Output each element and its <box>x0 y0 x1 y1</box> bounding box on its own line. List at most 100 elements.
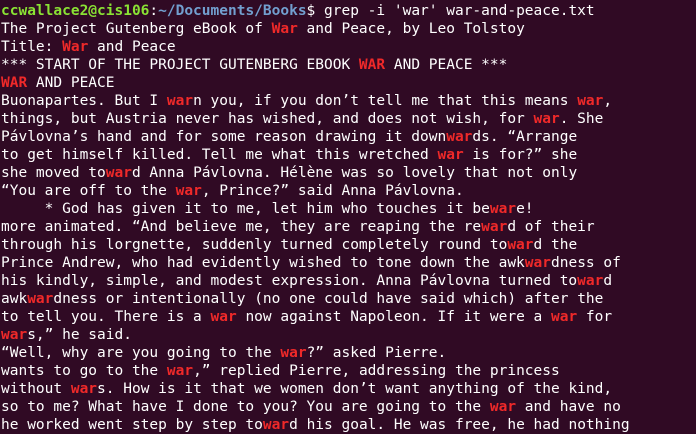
output-text: wants to go to the <box>1 363 167 379</box>
output-line: awkwardness or intentionally (no one cou… <box>1 290 696 308</box>
output-line: Buonapartes. But I warn you, if you don’… <box>1 92 696 110</box>
output-text: through his lorgnette, suddenly turned c… <box>1 237 508 253</box>
match-highlight: war <box>262 417 290 433</box>
output-text: dness of <box>551 255 621 271</box>
match-highlight: war <box>489 399 517 415</box>
output-line: he worked went step by step toward his g… <box>1 416 696 434</box>
match-highlight: war <box>577 93 604 109</box>
output-text: his kindly, simple, and modest expressio… <box>1 273 578 289</box>
prompt-user-host: ccwallace2@cis106 <box>1 3 150 19</box>
output-text: he worked went step by step to <box>1 417 263 433</box>
terminal-window[interactable]: ccwallace2@cis106:~/Documents/Books$ gre… <box>0 0 696 434</box>
output-line: without wars. How is it that we women do… <box>1 380 696 398</box>
output-text: s,” he said. <box>27 327 132 343</box>
output-text: d Anna Pávlovna. Hélène was so lovely th… <box>131 165 578 181</box>
match-highlight: war <box>524 255 551 271</box>
output-line: WAR AND PEACE <box>1 74 696 92</box>
output-line: The Project Gutenberg eBook of War and P… <box>1 20 696 38</box>
output-line: to get himself killed. Tell me what this… <box>1 146 696 164</box>
output-text: * God has given it to me, let him who to… <box>1 201 490 217</box>
prompt-symbol: $ <box>306 3 325 19</box>
output-text: AND PEACE *** <box>385 57 508 73</box>
output-text: “You are off to the <box>1 183 176 199</box>
output-line: “You are off to the war, Prince?” said A… <box>1 182 696 200</box>
command-text: grep -i 'war' war-and-peace.txt <box>324 3 595 19</box>
output-text: dness or intentionally (no one could hav… <box>53 291 604 307</box>
prompt-separator: : <box>149 3 159 19</box>
output-text: things, but Austria never has wished, an… <box>1 111 534 127</box>
output-line: Prince Andrew, who had evidently wished … <box>1 254 696 272</box>
output-text: Buonapartes. But I <box>1 93 167 109</box>
match-highlight: war <box>533 111 560 127</box>
match-highlight: War <box>62 39 89 55</box>
output-text: is for?” she <box>463 147 578 163</box>
output-text: s. How is it that we women don’t want an… <box>97 381 613 397</box>
output-line: wants to go to the war,” replied Pierre,… <box>1 362 696 380</box>
output-text: ,” replied Pierre, addressing the prince… <box>193 363 560 379</box>
output-line: so to me? What have I done to you? You a… <box>1 398 696 416</box>
output-line: his kindly, simple, and modest expressio… <box>1 272 696 290</box>
match-highlight: war <box>166 363 194 379</box>
output-text: e! <box>516 201 534 217</box>
match-highlight: war <box>1 327 28 343</box>
output-line: *** START OF THE PROJECT GUTENBERG EBOOK… <box>1 56 696 74</box>
match-highlight: war <box>175 183 202 199</box>
match-highlight: war <box>446 129 473 145</box>
match-highlight: war <box>280 345 307 361</box>
output-line: she moved toward Anna Pávlovna. Hélène w… <box>1 164 696 182</box>
output-text: Pávlovna’s hand and for some reason draw… <box>1 129 447 145</box>
output-text: ?” asked Pierre. <box>306 345 447 361</box>
match-highlight: war <box>210 309 237 325</box>
output-text: awk <box>1 291 28 307</box>
match-highlight: war <box>166 93 194 109</box>
output-text: for <box>577 309 613 325</box>
output-line: Pávlovna’s hand and for some reason draw… <box>1 128 696 146</box>
match-highlight: war <box>551 309 578 325</box>
output-text: The Project Gutenberg eBook of <box>1 21 272 37</box>
output-text: n you, if you don’t tell me that this me… <box>193 93 578 109</box>
output-line: through his lorgnette, suddenly turned c… <box>1 236 696 254</box>
output-text: AND PEACE <box>27 75 115 91</box>
output-text: , <box>603 93 613 109</box>
output-line: more animated. “And believe me, they are… <box>1 218 696 236</box>
match-highlight: WAR <box>358 57 386 73</box>
output-text: now against Napoleon. If it were a <box>236 309 551 325</box>
output-text: d the <box>533 237 578 253</box>
output-line: * God has given it to me, let him who to… <box>1 200 696 218</box>
match-highlight: war <box>507 237 534 253</box>
output-text: . She <box>559 111 604 127</box>
match-highlight: war <box>105 165 132 181</box>
match-highlight: WAR <box>1 75 28 91</box>
match-highlight: war <box>577 273 604 289</box>
match-highlight: war <box>437 147 464 163</box>
match-highlight: war <box>489 201 517 217</box>
match-highlight: war <box>481 219 508 235</box>
output-text: she moved to <box>1 165 106 181</box>
output-line: Title: War and Peace <box>1 38 696 56</box>
match-highlight: War <box>271 21 298 37</box>
output-line: things, but Austria never has wished, an… <box>1 110 696 128</box>
output-text: so to me? What have I done to you? You a… <box>1 399 490 415</box>
output-text: *** START OF THE PROJECT GUTENBERG EBOOK <box>1 57 359 73</box>
output-text: without <box>1 381 71 397</box>
output-text: “Well, why are you going to the <box>1 345 281 361</box>
output-line: “Well, why are you going to the war?” as… <box>1 344 696 362</box>
output-text: d <box>603 273 613 289</box>
output-text: d his goal. He was free, he had nothing <box>289 417 630 433</box>
prompt-line: ccwallace2@cis106:~/Documents/Books$ gre… <box>1 2 696 20</box>
output-text: to get himself killed. Tell me what this… <box>1 147 438 163</box>
output-text: more animated. “And believe me, they are… <box>1 219 482 235</box>
output-text: Prince Andrew, who had evidently wished … <box>1 255 525 271</box>
output-text: , Prince?” said Anna Pávlovna. <box>201 183 464 199</box>
output-text: and Peace <box>88 39 176 55</box>
output-line: to tell you. There is a war now against … <box>1 308 696 326</box>
grep-output: The Project Gutenberg eBook of War and P… <box>1 20 696 434</box>
match-highlight: war <box>27 291 54 307</box>
output-text: and have no <box>516 399 621 415</box>
output-text: ds. “Arrange <box>472 129 578 145</box>
prompt-path: ~/Documents/Books <box>158 3 307 19</box>
output-text: and Peace, by Leo Tolstoy <box>297 21 525 37</box>
match-highlight: war <box>70 381 98 397</box>
output-text: to tell you. There is a <box>1 309 211 325</box>
output-text: d of their <box>507 219 595 235</box>
